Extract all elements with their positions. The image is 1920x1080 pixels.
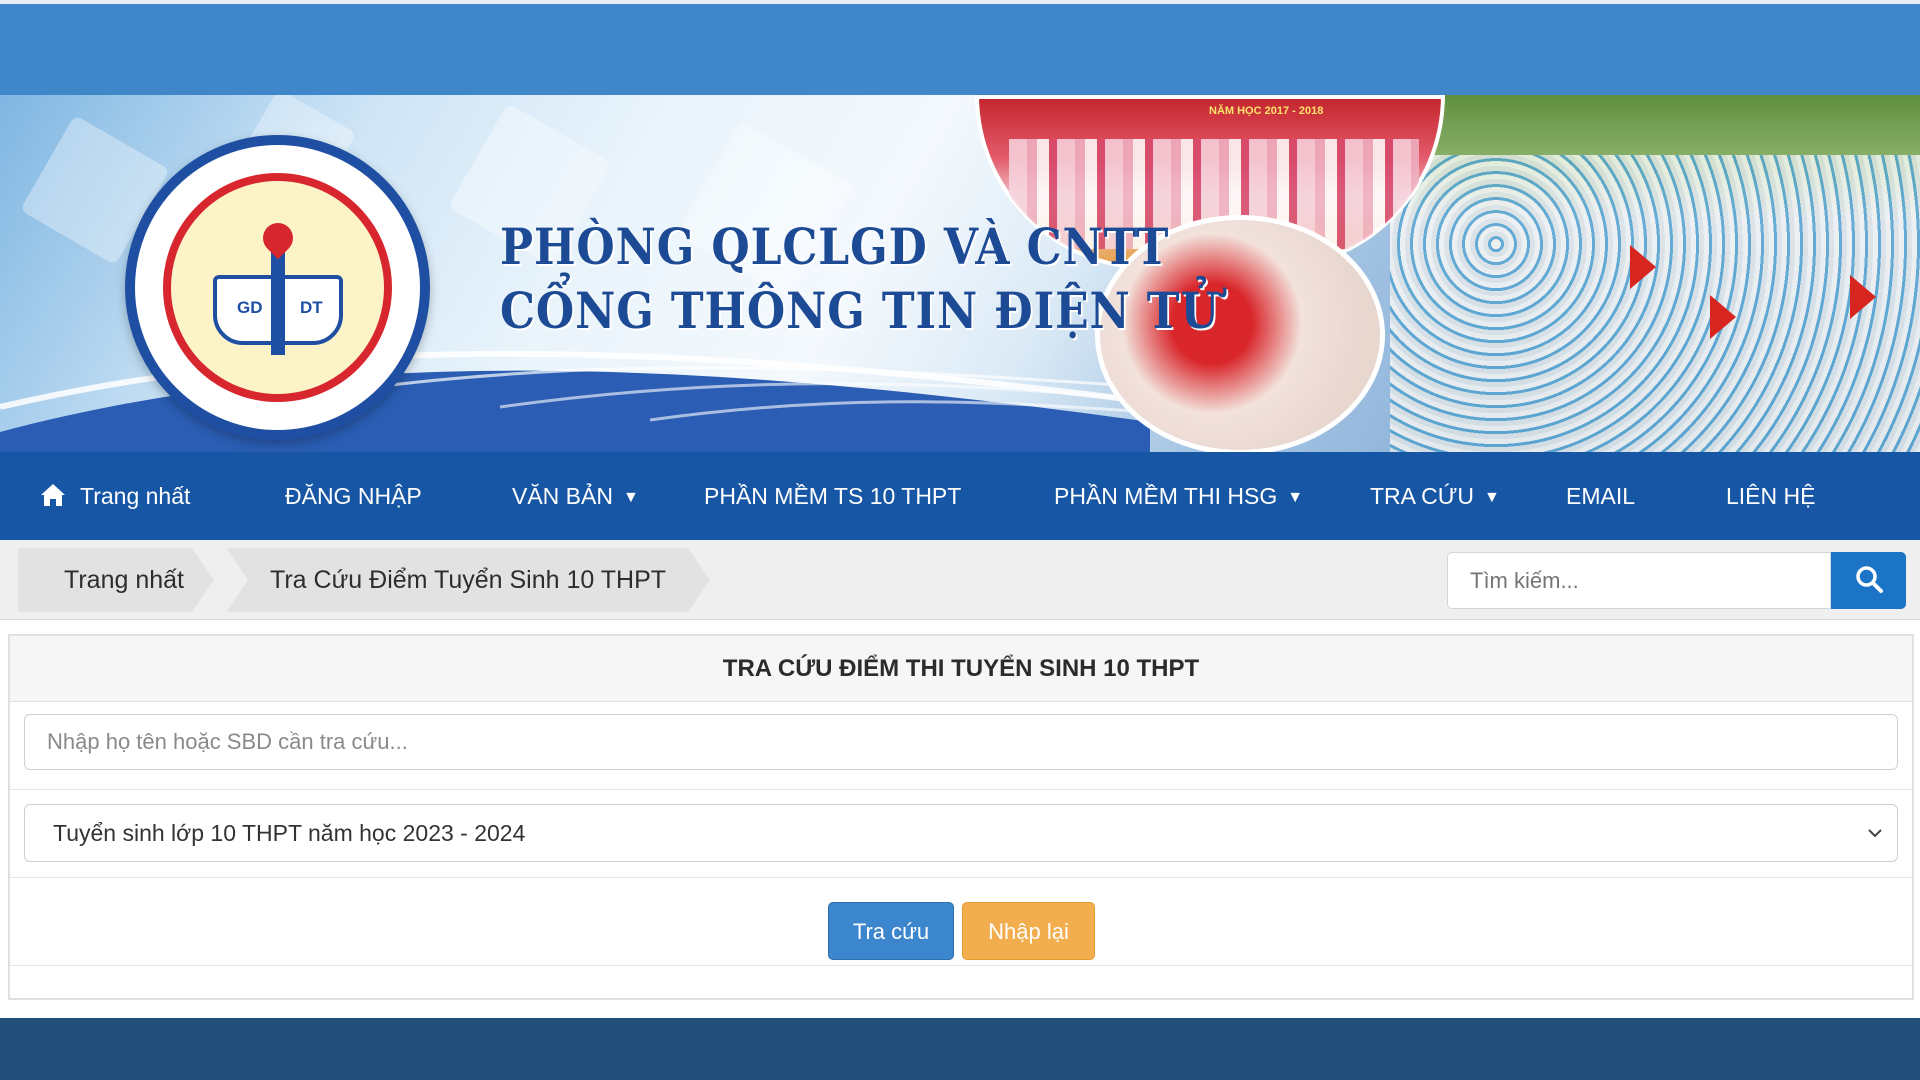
- nav-ts10-software[interactable]: PHẦN MỀM TS 10 THPT: [704, 452, 961, 540]
- site-search-button[interactable]: [1831, 552, 1906, 609]
- banner-title-line1: PHÒNG QLCLGD VÀ CNTT: [500, 217, 1170, 276]
- department-logo: GD DT: [125, 135, 430, 440]
- nav-email[interactable]: EMAIL: [1566, 452, 1635, 540]
- actions-row: Tra cứu Nhập lại: [10, 878, 1912, 966]
- nav-lookup[interactable]: TRA CỨU ▼: [1370, 452, 1500, 540]
- nav-home[interactable]: Trang nhất: [40, 452, 190, 540]
- panel-title: TRA CỨU ĐIỂM THI TUYỂN SINH 10 THPT: [10, 636, 1912, 702]
- flag-icon: [1710, 295, 1736, 339]
- site-banner: NĂM HỌC 2017 - 2018 GD DT PHÒNG QLCLGD V…: [0, 95, 1920, 452]
- site-search-input[interactable]: [1447, 552, 1831, 609]
- nav-ts10-software-label: PHẦN MỀM TS 10 THPT: [704, 483, 962, 509]
- flag-icon: [1850, 275, 1876, 319]
- reset-button[interactable]: Nhập lại: [962, 902, 1095, 960]
- caret-down-icon: ▼: [622, 489, 639, 506]
- score-lookup-panel: TRA CỨU ĐIỂM THI TUYỂN SINH 10 THPT Nhập…: [8, 634, 1914, 1000]
- query-input[interactable]: Nhập họ tên hoặc SBD cần tra cứu...: [24, 714, 1898, 770]
- nav-home-label: Trang nhất: [80, 483, 191, 509]
- nav-hsg-software[interactable]: PHẦN MỀM THI HSG ▼: [1054, 452, 1303, 540]
- footer-bar: [0, 1018, 1920, 1080]
- nav-email-label: EMAIL: [1566, 483, 1636, 509]
- logo-dt-text: DT: [300, 298, 323, 317]
- caret-down-icon: ▼: [1483, 489, 1500, 506]
- nav-login-label: ĐĂNG NHẬP: [285, 483, 422, 509]
- nav-contact-label: LIÊN HỆ: [1726, 483, 1816, 509]
- top-bar: [0, 0, 1920, 95]
- nav-documents[interactable]: VĂN BẢN ▼: [512, 452, 639, 540]
- chevron-down-icon: [1868, 829, 1882, 838]
- exam-row: Tuyển sinh lớp 10 THPT năm học 2023 - 20…: [10, 790, 1912, 878]
- parade-photo: [1390, 95, 1920, 452]
- lookup-button[interactable]: Tra cứu: [828, 902, 954, 960]
- banner-title-line2: CỔNG THÔNG TIN ĐIỆN TỬ: [500, 281, 1220, 340]
- home-icon: [41, 484, 65, 506]
- nav-login[interactable]: ĐĂNG NHẬP: [285, 452, 422, 540]
- crowd-texture: [1390, 155, 1920, 452]
- exam-select[interactable]: Tuyển sinh lớp 10 THPT năm học 2023 - 20…: [24, 804, 1898, 862]
- exam-select-value: Tuyển sinh lớp 10 THPT năm học 2023 - 20…: [53, 820, 526, 846]
- query-row: Nhập họ tên hoặc SBD cần tra cứu...: [10, 702, 1912, 790]
- nav-hsg-software-label: PHẦN MỀM THI HSG: [1054, 483, 1278, 509]
- award-photo-caption: NĂM HỌC 2017 - 2018: [1209, 105, 1324, 117]
- nav-documents-label: VĂN BẢN: [512, 483, 613, 509]
- nav-lookup-label: TRA CỨU: [1370, 483, 1474, 509]
- breadcrumb-home[interactable]: Trang nhất: [18, 548, 214, 612]
- banner-title: PHÒNG QLCLGD VÀ CNTT CỔNG THÔNG TIN ĐIỆN…: [500, 215, 1220, 343]
- logo-gd-text: GD: [237, 298, 263, 317]
- logo-torch: [271, 245, 285, 355]
- nav-contact[interactable]: LIÊN HỆ: [1726, 452, 1815, 540]
- main-nav: Trang nhất ĐĂNG NHẬP VĂN BẢN ▼ PHẦN MỀM T…: [0, 452, 1920, 540]
- search-icon: [1855, 566, 1883, 593]
- flag-icon: [1630, 245, 1656, 289]
- caret-down-icon: ▼: [1287, 489, 1304, 506]
- breadcrumb-current: Tra Cứu Điểm Tuyển Sinh 10 THPT: [226, 548, 710, 612]
